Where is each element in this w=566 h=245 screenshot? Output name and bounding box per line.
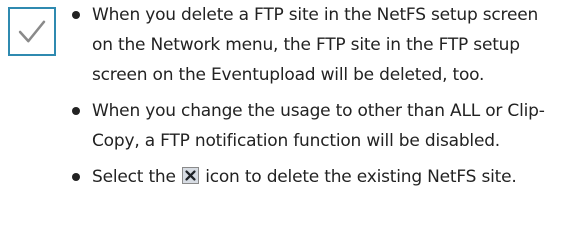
checkmark-icon bbox=[18, 20, 46, 43]
bullet-text-before-icon: Select the bbox=[92, 167, 176, 187]
bullet-text: When you delete a FTP site in the NetFS … bbox=[92, 5, 539, 85]
bullet-item: When you delete a FTP site in the NetFS … bbox=[68, 0, 558, 90]
checkmark-note-box bbox=[8, 7, 56, 56]
bullet-item: When you change the usage to other than … bbox=[68, 96, 558, 156]
bullet-list: When you delete a FTP site in the NetFS … bbox=[68, 0, 558, 192]
bullet-text-after-icon: icon to delete the existing NetFS site. bbox=[205, 167, 517, 187]
close-icon bbox=[181, 167, 199, 184]
bullet-text: When you change the usage to other than … bbox=[92, 101, 545, 151]
bullet-item: Select the icon to delete the existing N… bbox=[68, 162, 558, 192]
